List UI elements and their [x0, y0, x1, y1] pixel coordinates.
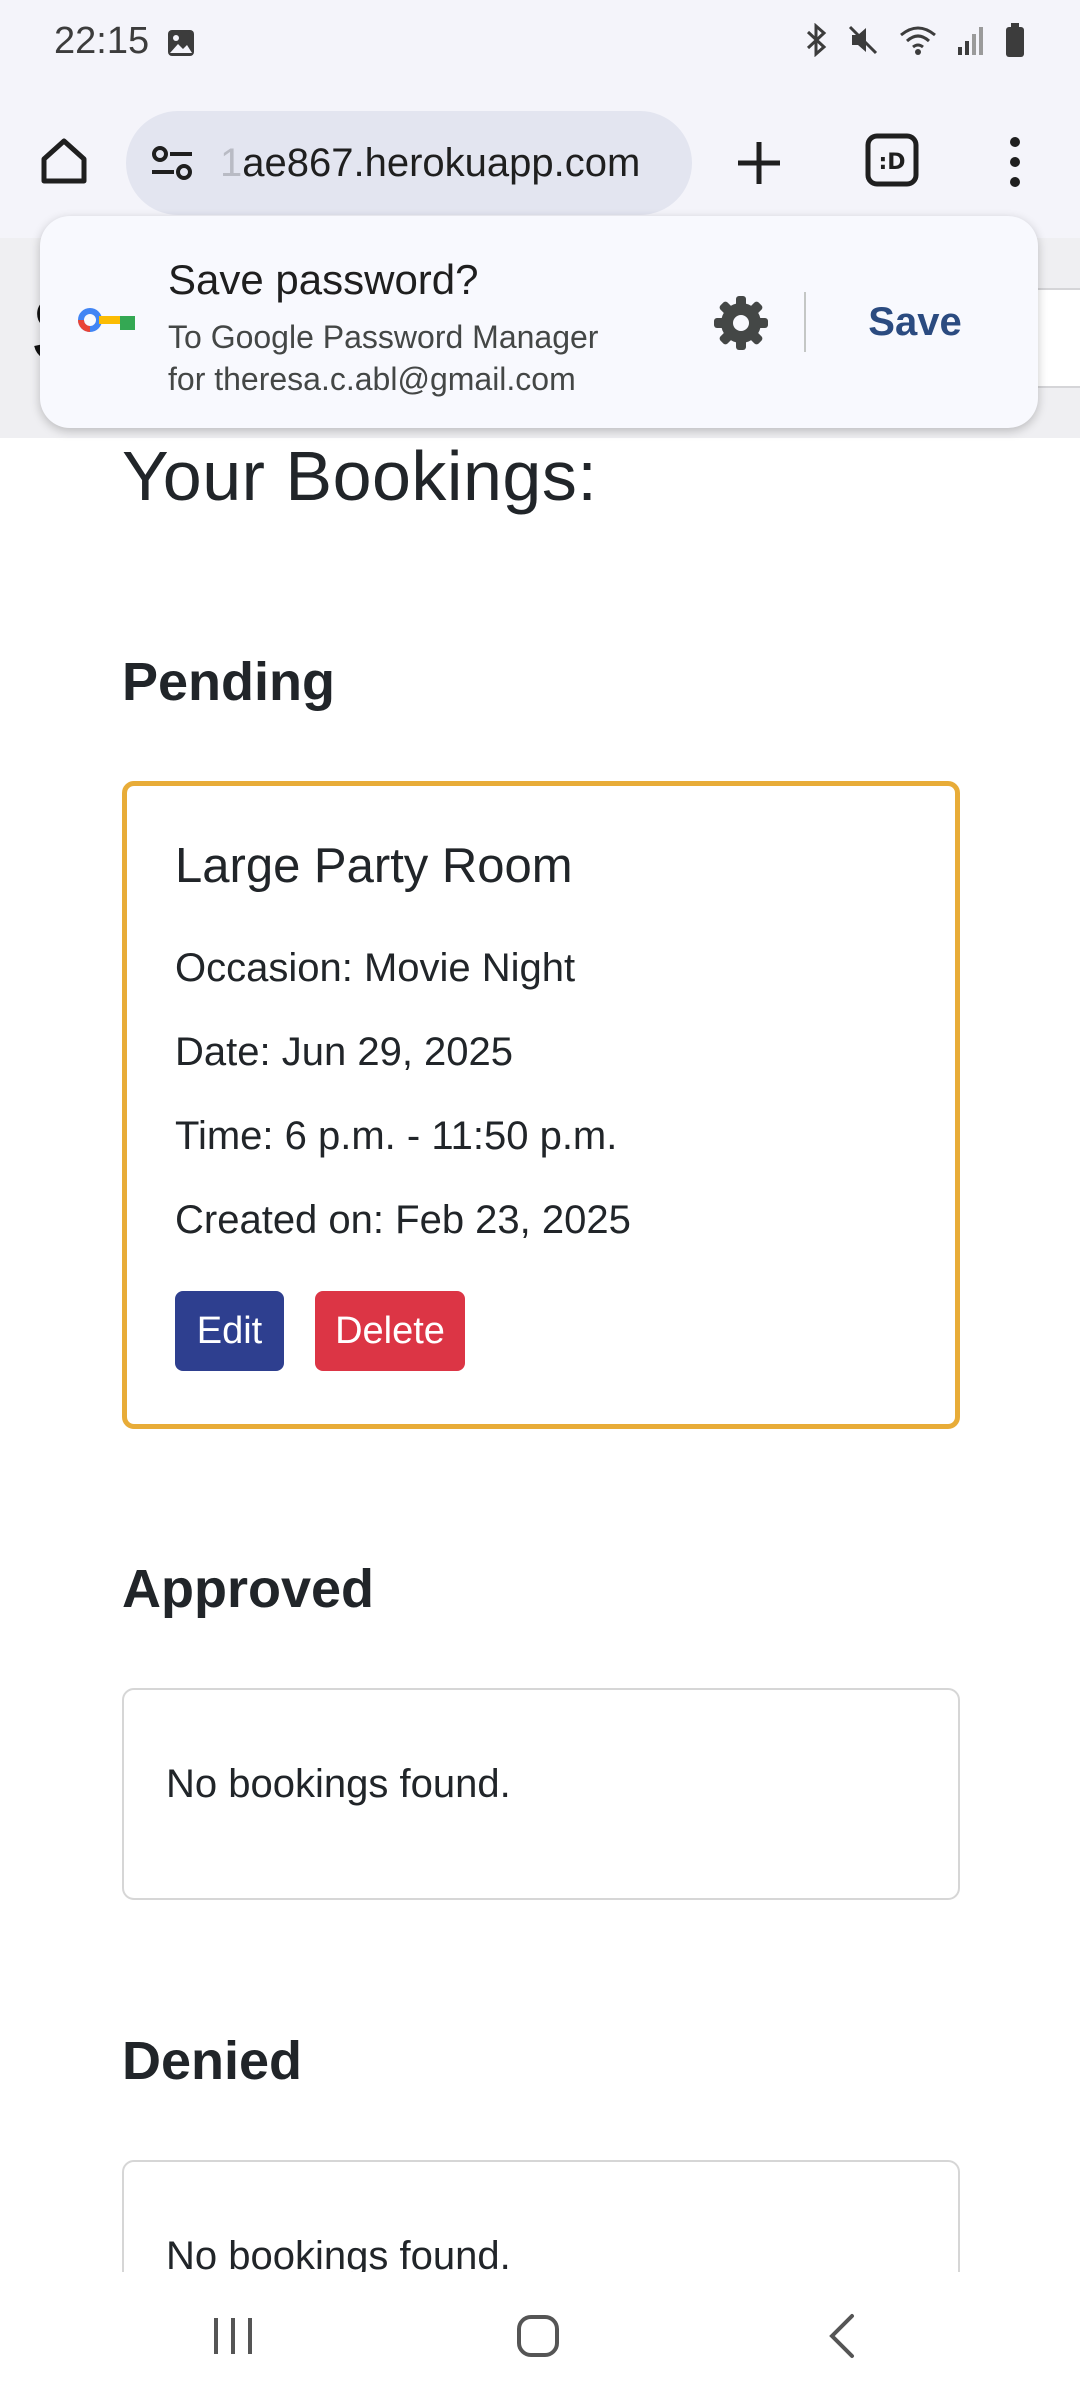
tab-switcher-icon[interactable]: :D: [864, 132, 920, 188]
booking-created: Created on: Feb 23, 2025: [175, 1198, 631, 1242]
delete-booking-button[interactable]: Delete: [315, 1291, 465, 1371]
status-icons: [804, 22, 1026, 58]
edit-booking-button[interactable]: Edit: [175, 1291, 284, 1371]
url-domain: ae867.herokuapp.com: [242, 140, 641, 185]
recent-apps-icon[interactable]: [210, 2314, 256, 2358]
back-icon[interactable]: [822, 2312, 862, 2360]
new-tab-icon[interactable]: [732, 136, 786, 190]
svg-text::D: :D: [878, 150, 905, 175]
signal-icon: [958, 27, 983, 55]
status-bar: 22:15: [0, 0, 1080, 88]
save-password-button[interactable]: Save: [820, 282, 1010, 362]
home-nav-icon[interactable]: [514, 2312, 562, 2360]
bluetooth-icon: [806, 23, 827, 57]
gear-icon[interactable]: [712, 294, 770, 352]
pending-heading: Pending: [122, 652, 335, 712]
denied-heading: Denied: [122, 2031, 303, 2091]
pending-booking-card: Large Party Room Occasion: Movie Night D…: [122, 781, 960, 1429]
popup-divider: [804, 292, 806, 352]
popup-subtitle: To Google Password Manager for theresa.c…: [168, 316, 598, 400]
more-menu-icon[interactable]: [1000, 134, 1030, 190]
popup-subtitle-line2: for theresa.c.abl@gmail.com: [168, 361, 576, 397]
booking-time: Time: 6 p.m. - 11:50 p.m.: [175, 1114, 618, 1158]
save-password-popup: Save password? To Google Password Manage…: [40, 216, 1038, 428]
approved-bookings-card: No bookings found.: [122, 1688, 960, 1900]
site-settings-icon[interactable]: [148, 139, 196, 187]
password-key-icon: [78, 308, 135, 332]
popup-subtitle-line1: To Google Password Manager: [168, 319, 599, 355]
approved-empty-text: No bookings found.: [166, 1762, 511, 1806]
url-bar[interactable]: 1ae867.herokuapp.com: [126, 111, 692, 215]
status-time: 22:15: [54, 20, 150, 62]
system-nav-bar: [0, 2272, 1080, 2400]
url-text[interactable]: 1ae867.herokuapp.com: [220, 141, 640, 186]
approved-heading: Approved: [122, 1559, 375, 1619]
mute-icon: [848, 25, 878, 55]
booking-date: Date: Jun 29, 2025: [175, 1030, 514, 1074]
wifi-icon: [900, 26, 936, 55]
popup-title: Save password?: [168, 256, 479, 303]
page-title: Your Bookings:: [122, 437, 598, 515]
booking-occasion: Occasion: Movie Night: [175, 946, 576, 990]
battery-icon: [1006, 23, 1024, 57]
gallery-icon: [168, 30, 194, 56]
booking-room-name: Large Party Room: [175, 839, 573, 893]
home-icon[interactable]: [36, 133, 92, 189]
url-prefix: 1: [220, 140, 243, 185]
